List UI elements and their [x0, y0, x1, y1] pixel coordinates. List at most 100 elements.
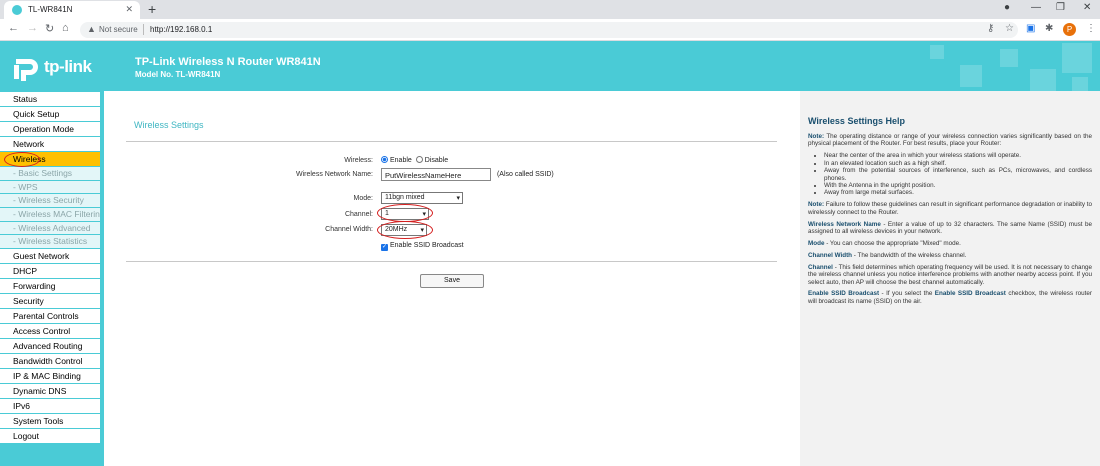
tab-close-icon[interactable]: ✕	[125, 4, 133, 15]
help-title: Wireless Settings Help	[808, 116, 905, 126]
banner-decoration	[1072, 77, 1088, 91]
browser-tab-bar: TL-WR841N ✕ + ● — ❐ ✕	[0, 0, 1100, 19]
mode-select[interactable]: 11bgn mixed ▾	[381, 192, 463, 204]
sidebar-item-system-tools[interactable]: System Tools	[0, 414, 100, 430]
sidebar: Status Quick Setup Operation Mode Network Wi…	[0, 91, 104, 466]
sidebar-item-bandwidth-control[interactable]: Bandwidth Control	[0, 354, 100, 370]
help-channel-width: Channel Width - The bandwidth of the wir…	[808, 251, 967, 259]
sidebar-item-wireless-advanced[interactable]: - Wireless Advanced	[0, 221, 100, 236]
bookmark-star-icon[interactable]: ☆	[1005, 23, 1014, 34]
disable-label[interactable]: Disable	[425, 157, 448, 164]
minimize-icon[interactable]: —	[1031, 2, 1041, 13]
tab-search-icon[interactable]: ●	[1004, 2, 1010, 13]
home-icon[interactable]: ⌂	[62, 22, 69, 34]
banner-decoration	[960, 65, 982, 87]
help-bullet: In an elevated location such as a high s…	[824, 160, 1092, 167]
sidebar-item-status[interactable]: Status	[0, 92, 100, 107]
url-field[interactable]: ▲ Not secure http://192.168.0.1	[80, 22, 1018, 38]
ssid-input[interactable]: PutWirelessNameHere	[381, 168, 491, 181]
sidebar-item-forwarding[interactable]: Forwarding	[0, 279, 100, 295]
help-note-1: Note: The operating distance or range of…	[808, 133, 1092, 148]
sidebar-item-network[interactable]: Network	[0, 137, 100, 152]
sidebar-item-logout[interactable]: Logout	[0, 429, 100, 445]
enable-radio[interactable]	[381, 156, 388, 163]
mode-value: 11bgn mixed	[385, 194, 425, 201]
help-bullet: With the Antenna in the upright position…	[824, 182, 1092, 189]
sidebar-item-wireless-security[interactable]: - Wireless Security	[0, 194, 100, 209]
help-bullet: Away from the potential sources of inter…	[824, 167, 1092, 182]
url-text[interactable]: http://192.168.0.1	[150, 25, 212, 34]
sidebar-item-guest-network[interactable]: Guest Network	[0, 249, 100, 265]
mode-label: Mode:	[353, 195, 373, 202]
reload-icon[interactable]: ↻	[45, 22, 54, 35]
banner-decoration	[1000, 49, 1018, 67]
ssid-label: Wireless Network Name:	[295, 171, 373, 178]
ssid-hint: (Also called SSID)	[496, 171, 554, 179]
help-note-2: Note: Failure to follow these guidelines…	[808, 201, 1092, 216]
sidebar-item-ipv6[interactable]: IPv6	[0, 399, 100, 415]
not-secure-label[interactable]: Not secure	[99, 25, 138, 34]
sidebar-item-ip-mac-binding[interactable]: IP & MAC Binding	[0, 369, 100, 385]
chevron-down-icon: ▾	[456, 195, 460, 202]
divider-top	[126, 141, 777, 142]
model-number: Model No. TL-WR841N	[135, 70, 221, 79]
ssid-broadcast-row: ✓ Enable SSID Broadcast	[381, 242, 464, 251]
help-mode: Mode - You can choose the appropriate "M…	[808, 239, 961, 247]
address-bar: ← → ↻ ⌂ ▲ Not secure http://192.168.0.1 …	[0, 19, 1100, 41]
highlight-circle-channel-width	[377, 221, 433, 239]
puzzle-icon[interactable]: ✱	[1045, 23, 1053, 34]
help-panel: Wireless Settings Help Note: The operati…	[800, 91, 1100, 466]
help-body: Note: The operating distance or range of…	[808, 133, 1092, 310]
banner-decoration	[1062, 43, 1092, 73]
sidebar-item-parental-controls[interactable]: Parental Controls	[0, 309, 100, 325]
highlight-circle-wireless	[4, 152, 40, 167]
forward-icon[interactable]: →	[27, 22, 38, 34]
maximize-icon[interactable]: ❐	[1056, 2, 1065, 13]
enable-label[interactable]: Enable	[390, 157, 412, 164]
ssid-row: PutWirelessNameHere (Also called SSID)	[381, 168, 554, 181]
router-banner: tp-link TP-Link Wireless N Router WR841N…	[0, 41, 1100, 91]
section-title: Wireless Settings	[134, 120, 204, 130]
url-divider	[143, 24, 144, 35]
menu-icon[interactable]: ⋮	[1086, 23, 1096, 34]
banner-decoration	[930, 45, 944, 59]
channel-label: Channel:	[344, 211, 373, 218]
window-close-icon[interactable]: ✕	[1083, 2, 1091, 13]
extension-icon[interactable]: ▣	[1026, 23, 1035, 34]
tp-link-logo-icon	[14, 59, 38, 81]
sidebar-item-dynamic-dns[interactable]: Dynamic DNS	[0, 384, 100, 400]
sidebar-menu: Status Quick Setup Operation Mode Network Wi…	[0, 92, 100, 445]
back-icon[interactable]: ←	[8, 22, 19, 34]
ssid-broadcast-checkbox[interactable]: ✓	[381, 244, 388, 251]
sidebar-item-wireless-mac-filtering[interactable]: - Wireless MAC Filtering	[0, 208, 100, 222]
sidebar-item-security[interactable]: Security	[0, 294, 100, 310]
sidebar-item-access-control[interactable]: Access Control	[0, 324, 100, 340]
sidebar-item-advanced-routing[interactable]: Advanced Routing	[0, 339, 100, 355]
key-icon[interactable]: ⚷	[987, 23, 994, 34]
help-ssid-broadcast: Enable SSID Broadcast - If you select th…	[808, 290, 1093, 305]
help-bullet: Away from large metal surfaces.	[824, 189, 1092, 196]
browser-tab[interactable]: TL-WR841N ✕	[4, 1, 140, 19]
mode-row: 11bgn mixed ▾	[381, 192, 463, 204]
profile-avatar[interactable]: P	[1063, 23, 1076, 36]
sidebar-item-wps[interactable]: - WPS	[0, 180, 100, 195]
ssid-broadcast-label[interactable]: Enable SSID Broadcast	[390, 242, 464, 249]
sidebar-item-wireless-statistics[interactable]: - Wireless Statistics	[0, 235, 100, 250]
sidebar-item-basic-settings[interactable]: - Basic Settings	[0, 167, 100, 181]
tab-title: TL-WR841N	[28, 5, 73, 14]
new-tab-icon[interactable]: +	[148, 1, 156, 17]
save-button[interactable]: Save	[420, 274, 484, 288]
wireless-label: Wireless:	[344, 157, 373, 164]
divider-bottom	[126, 261, 777, 262]
help-bullet-list: Near the center of the area in which you…	[824, 152, 1092, 196]
warning-icon[interactable]: ▲	[87, 24, 96, 34]
disable-radio[interactable]	[415, 156, 423, 163]
favicon-icon	[12, 5, 22, 15]
banner-decoration	[1030, 69, 1056, 91]
highlight-circle-channel	[377, 204, 433, 222]
sidebar-item-dhcp[interactable]: DHCP	[0, 264, 100, 280]
help-ssid: Wireless Network Name - Enter a value of…	[808, 220, 1093, 235]
sidebar-item-operation-mode[interactable]: Operation Mode	[0, 122, 100, 137]
logo-text: tp-link	[44, 57, 92, 76]
sidebar-item-quick-setup[interactable]: Quick Setup	[0, 107, 100, 122]
